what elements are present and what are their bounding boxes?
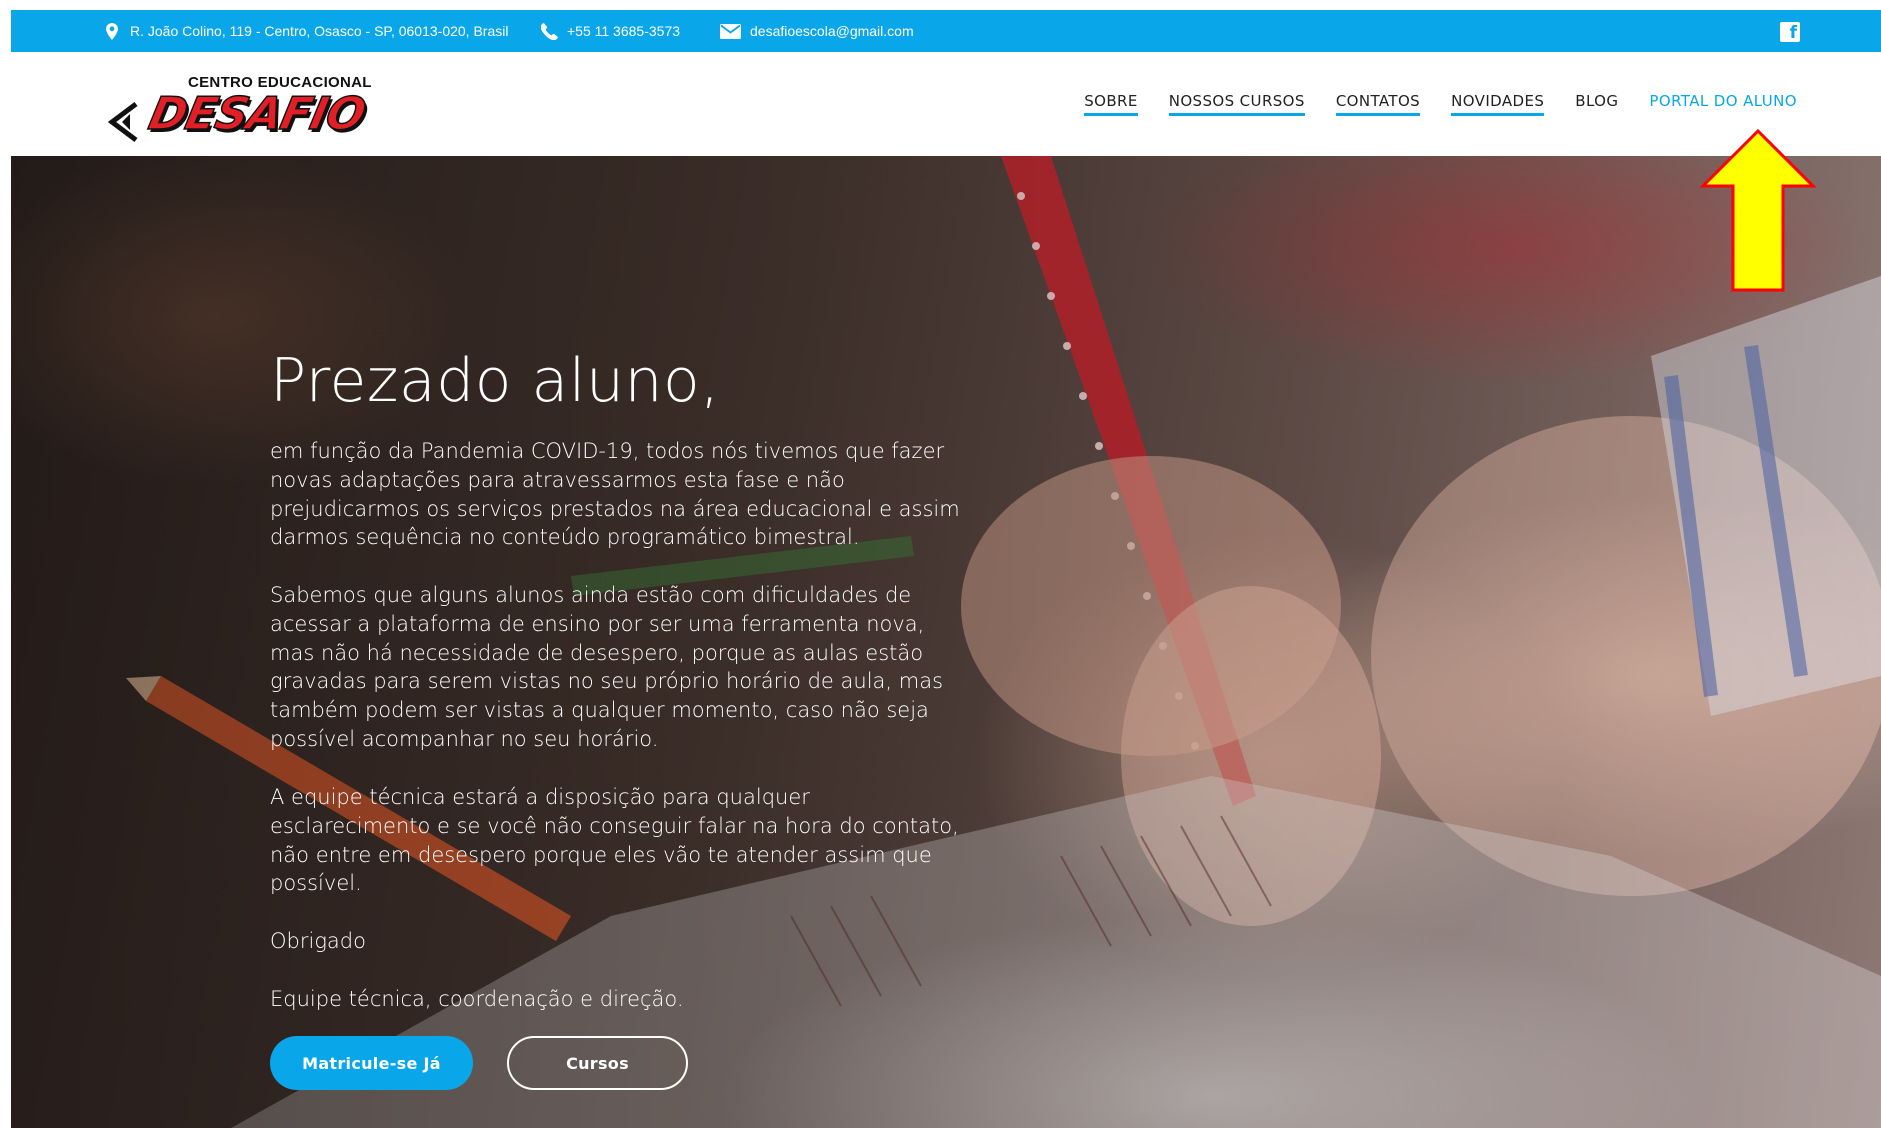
site-header: CENTRO EDUCACIONAL DESAFIO SOBRE NOSSOS … [11,52,1881,156]
nav-item-blog[interactable]: BLOG [1575,92,1618,116]
address-item: R. João Colino, 119 - Centro, Osasco - S… [103,10,508,52]
map-pin-icon [103,22,121,40]
nav-item-contatos[interactable]: CONTATOS [1335,92,1421,116]
yellow-arrow-up-icon [1700,128,1816,292]
address-text: R. João Colino, 119 - Centro, Osasco - S… [130,23,509,39]
nav-item-novidades[interactable]: NOVIDADES [1451,92,1545,116]
phone-item[interactable]: +55 11 3685-3573 [540,10,680,52]
nav-item-nossos-cursos[interactable]: NOSSOS CURSOS [1168,92,1305,116]
facebook-icon[interactable]: f [1780,22,1800,43]
site-logo[interactable]: CENTRO EDUCACIONAL DESAFIO [108,72,408,152]
enroll-button[interactable]: Matricule-se Já [270,1036,473,1090]
envelope-icon [719,22,741,40]
hero-signature: Equipe técnica, coordenação e direção. [270,987,684,1011]
hero-paragraph-3: A equipe técnica estará a disposição par… [270,785,959,896]
phone-icon [540,22,558,40]
hero-section: Prezado aluno, em função da Pandemia COV… [11,156,1881,1128]
hero-paragraph-2: Sabemos que alguns alunos ainda estão co… [270,583,944,751]
logo-mark-icon [108,102,138,142]
hero-paragraph-1: em função da Pandemia COVID-19, todos nó… [270,439,960,550]
phone-text: +55 11 3685-3573 [567,23,681,39]
courses-button[interactable]: Cursos [507,1036,688,1090]
main-nav: SOBRE NOSSOS CURSOS CONTATOS NOVIDADES B… [1084,52,1797,156]
email-text: desafioescola@gmail.com [750,23,914,39]
email-item[interactable]: desafioescola@gmail.com [719,10,914,52]
logo-title: DESAFIO [144,86,371,141]
hero-heading: Prezado aluno, [270,346,720,416]
nav-item-sobre[interactable]: SOBRE [1084,92,1138,116]
hero-thanks: Obrigado [270,929,366,953]
nav-item-portal-do-aluno[interactable]: PORTAL DO ALUNO [1649,92,1797,116]
top-contact-bar: R. João Colino, 119 - Centro, Osasco - S… [11,10,1881,52]
